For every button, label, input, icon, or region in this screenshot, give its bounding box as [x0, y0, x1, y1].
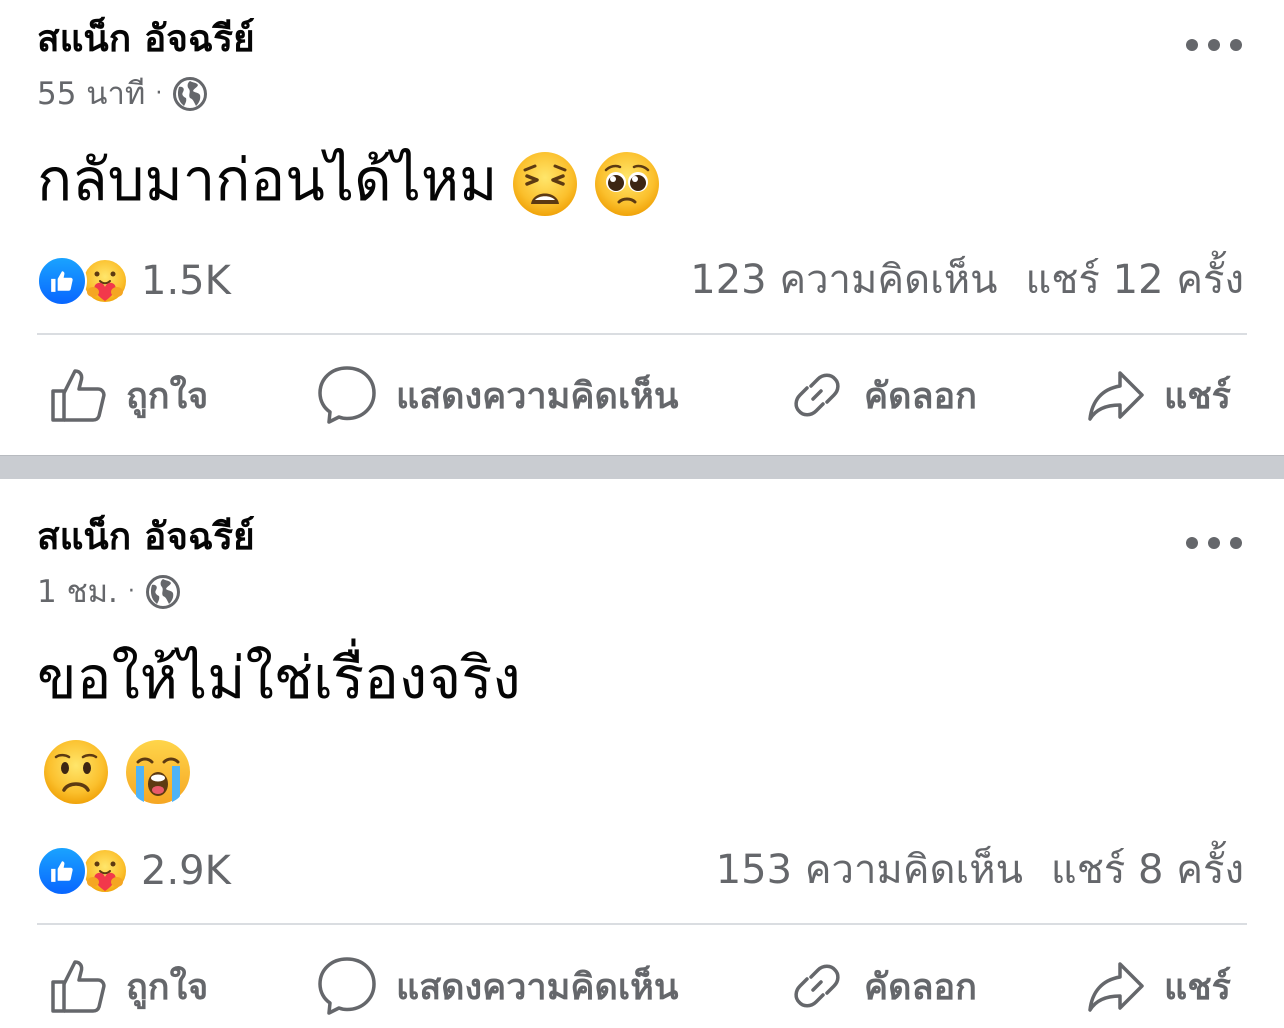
share-arrow-icon: [1088, 962, 1144, 1012]
loudly-crying-face-emoji-icon: [126, 740, 190, 804]
comment-bubble-icon: [318, 957, 376, 1015]
post-timestamp[interactable]: 1 ชม.: [37, 572, 118, 612]
post-meta: 55 นาที ·: [37, 74, 208, 114]
post-action-bar: ถูกใจ แสดงความคิดเห็น คัดลอก แชร์: [0, 360, 1284, 430]
reaction-count: 2.9K: [141, 848, 231, 894]
post-meta: 1 ชม. ·: [37, 572, 181, 612]
post-timestamp[interactable]: 55 นาที: [37, 74, 145, 114]
share-count[interactable]: แชร์ 12 ครั้ง: [1025, 256, 1244, 304]
meta-separator: ·: [155, 81, 163, 106]
care-reaction-icon: [82, 258, 128, 304]
copy-link-button[interactable]: คัดลอก: [788, 360, 977, 430]
post-text-emojis: [42, 738, 192, 806]
comment-button[interactable]: แสดงความคิดเห็น: [316, 360, 678, 430]
comment-count[interactable]: 153 ความคิดเห็น: [716, 846, 1023, 894]
copy-label: คัดลอก: [864, 966, 977, 1008]
reaction-count: 1.5K: [141, 258, 231, 304]
post-text-content: ขอให้ไม่ใช่เรื่องจริง: [37, 644, 521, 712]
worried-face-emoji-icon: [44, 740, 108, 804]
post-text: กลับมาก่อนได้ไหม: [37, 144, 661, 218]
link-icon: [794, 964, 840, 1008]
divider: [37, 923, 1247, 925]
share-button[interactable]: แชร์: [1086, 951, 1231, 1021]
copy-link-button[interactable]: คัดลอก: [788, 951, 977, 1021]
meta-separator: ·: [127, 579, 135, 604]
share-label: แชร์: [1164, 375, 1231, 417]
comment-label: แสดงความคิดเห็น: [396, 375, 679, 417]
like-label: ถูกใจ: [126, 966, 209, 1008]
like-label: ถูกใจ: [126, 375, 209, 417]
post-author-name[interactable]: สแน็ก อัจฉรีย์: [37, 514, 255, 560]
weary-face-emoji-icon: [513, 151, 578, 216]
thumbs-up-icon: [51, 960, 106, 1013]
share-button[interactable]: แชร์: [1086, 360, 1231, 430]
post-text: ขอให้ไม่ใช่เรื่องจริง: [37, 642, 521, 714]
copy-label: คัดลอก: [864, 375, 977, 417]
comment-button[interactable]: แสดงความคิดเห็น: [316, 951, 678, 1021]
post-stats: 153 ความคิดเห็น แชร์ 8 ครั้ง: [716, 846, 1244, 894]
share-label: แชร์: [1164, 966, 1231, 1008]
comment-bubble-icon: [318, 366, 376, 424]
more-options-icon[interactable]: [1186, 536, 1242, 550]
more-options-icon[interactable]: [1186, 38, 1242, 52]
like-button[interactable]: ถูกใจ: [48, 360, 208, 430]
post-action-bar: ถูกใจ แสดงความคิดเห็น คัดลอก แชร์: [0, 951, 1284, 1021]
share-count[interactable]: แชร์ 8 ครั้ง: [1051, 846, 1244, 894]
care-reaction-icon: [82, 848, 128, 894]
like-button[interactable]: ถูกใจ: [48, 951, 208, 1021]
feed-separator: [0, 455, 1284, 479]
post-card: สแน็ก อัจฉรีย์ 55 นาที · กลับมาก่อนได้ไห…: [0, 0, 1284, 455]
post-author-name[interactable]: สแน็ก อัจฉรีย์: [37, 16, 255, 62]
divider: [37, 333, 1247, 335]
reactions-summary[interactable]: 1.5K: [37, 256, 231, 306]
globe-icon: [173, 77, 208, 111]
post-stats: 123 ความคิดเห็น แชร์ 12 ครั้ง: [690, 256, 1244, 304]
share-arrow-icon: [1088, 371, 1144, 421]
pleading-face-emoji-icon: [595, 151, 660, 216]
like-reaction-icon: [37, 846, 87, 896]
post-text-content: กลับมาก่อนได้ไหม: [37, 146, 498, 214]
reactions-summary[interactable]: 2.9K: [37, 846, 231, 896]
like-reaction-icon: [37, 256, 87, 306]
link-icon: [794, 373, 840, 417]
globe-icon: [145, 575, 180, 609]
comment-label: แสดงความคิดเห็น: [396, 966, 679, 1008]
thumbs-up-icon: [51, 369, 106, 422]
comment-count[interactable]: 123 ความคิดเห็น: [690, 256, 997, 304]
